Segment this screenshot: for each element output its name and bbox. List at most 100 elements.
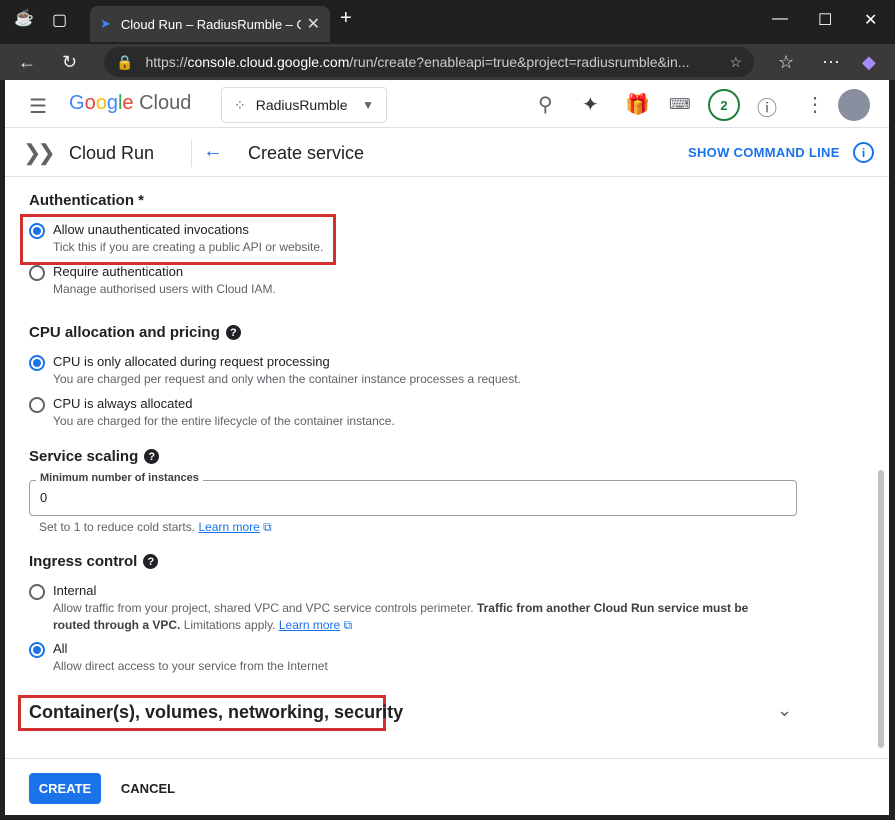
radio-allow-unauthenticated[interactable]: Allow unauthenticated invocations Tick t… — [29, 221, 323, 256]
desc-text: Limitations apply. — [183, 618, 276, 632]
form-content: Authentication * Allow unauthenticated i… — [5, 178, 889, 758]
address-bar-row: ← ↻ 🔒 https:// console.cloud.google.com … — [0, 44, 895, 80]
cancel-button[interactable]: CANCEL — [117, 773, 179, 804]
gift-icon[interactable]: 🎁 — [625, 92, 650, 117]
scaling-title-text: Service scaling — [29, 448, 139, 465]
cpu-title-text: CPU allocation and pricing — [29, 324, 220, 341]
learn-more-link[interactable]: Learn more — [279, 618, 340, 632]
cloud-shell-icon[interactable]: ⌨ — [669, 95, 691, 113]
browser-tab-bar: ☕ ▢ ➤ Cloud Run – RadiusRumble – Google … — [0, 0, 895, 44]
help-icon[interactable]: ⓘ — [757, 92, 777, 121]
project-picker[interactable]: ⁘ RadiusRumble ▼ — [221, 87, 387, 123]
gemini-sparkle-icon[interactable]: ✦ — [582, 92, 599, 117]
radio-require-authentication[interactable]: Require authentication Manage authorised… — [29, 263, 276, 298]
project-name: RadiusRumble — [255, 97, 348, 113]
scrollbar[interactable] — [878, 470, 884, 748]
authentication-title: Authentication * — [29, 192, 144, 209]
radio-cpu-request[interactable]: CPU is only allocated during request pro… — [29, 353, 521, 388]
radio-description: You are charged for the entire lifecycle… — [53, 414, 395, 428]
chevron-down-icon[interactable]: ⌄ — [777, 700, 792, 721]
chevron-down-icon: ▼ — [362, 98, 374, 112]
form-footer: CREATE CANCEL — [5, 758, 889, 815]
field-label: Minimum number of instances — [36, 472, 203, 484]
more-vert-icon[interactable]: ⋮ — [805, 92, 825, 117]
browser-tab[interactable]: ➤ Cloud Run – RadiusRumble – Google Clou… — [90, 6, 330, 42]
radio-ingress-internal[interactable]: Internal Allow traffic from your project… — [29, 582, 773, 634]
radio-label: CPU is only allocated during request pro… — [53, 354, 330, 369]
project-icon: ⁘ — [234, 96, 246, 113]
radio-description: Tick this if you are creating a public A… — [53, 240, 324, 254]
radio-label: Require authentication — [53, 264, 184, 279]
radio-button[interactable] — [29, 584, 45, 600]
help-circle-icon[interactable]: ? — [143, 554, 159, 569]
help-circle-icon[interactable]: ? — [225, 325, 241, 340]
radio-description: Allow traffic from your project, shared … — [53, 600, 773, 634]
menu-icon[interactable]: ☰ — [29, 94, 47, 119]
google-cloud-logo[interactable]: Google Cloud — [69, 92, 191, 115]
avatar[interactable] — [838, 89, 870, 121]
url-field[interactable]: 🔒 https:// console.cloud.google.com /run… — [104, 47, 754, 77]
minimize-icon[interactable]: — — [772, 10, 788, 28]
lock-icon: 🔒 — [116, 53, 134, 70]
desc-text: Allow traffic from your project, shared … — [53, 601, 474, 615]
info-icon[interactable]: i — [853, 142, 874, 163]
radio-label: Internal — [53, 583, 97, 598]
field-value[interactable]: 0 — [40, 490, 47, 505]
sidebar-toggle-icon[interactable]: ▢ — [52, 10, 67, 30]
create-button[interactable]: CREATE — [29, 773, 101, 804]
logo-cloud-text: Cloud — [139, 92, 192, 114]
radio-description: Allow direct access to your service from… — [53, 659, 328, 673]
cloud-run-tab-icon: ➤ — [100, 16, 111, 31]
divider — [191, 139, 192, 167]
page-title: Create service — [248, 143, 365, 163]
profile-icon[interactable]: ☕ — [14, 8, 34, 28]
radio-button[interactable] — [29, 223, 45, 239]
back-arrow-icon[interactable]: ← — [203, 140, 223, 163]
favorites-icon[interactable]: ☆ — [778, 52, 794, 73]
radio-cpu-always[interactable]: CPU is always allocated You are charged … — [29, 395, 395, 430]
cloud-run-logo-icon: ❯❯ — [23, 140, 56, 165]
url-prefix: https:// — [145, 54, 188, 70]
reload-icon[interactable]: ↻ — [62, 52, 77, 73]
favorite-star-icon[interactable]: ☆ — [729, 54, 742, 71]
cpu-section-title: CPU allocation and pricing ? — [29, 324, 241, 341]
radio-button[interactable] — [29, 355, 45, 371]
ingress-title-text: Ingress control — [29, 553, 138, 570]
min-instances-field[interactable]: Minimum number of instances 0 — [29, 472, 797, 516]
sub-header: ❯❯ Cloud Run ← Create service SHOW COMMA… — [5, 129, 889, 177]
copilot-icon[interactable]: ◆ — [862, 52, 876, 73]
radio-label: Allow unauthenticated invocations — [53, 222, 249, 237]
learn-more-link[interactable]: Learn more — [198, 520, 259, 534]
radio-button[interactable] — [29, 397, 45, 413]
scaling-section-title: Service scaling ? — [29, 448, 160, 465]
search-icon[interactable]: ⚲ — [538, 92, 553, 117]
ingress-section-title: Ingress control ? — [29, 553, 159, 570]
radio-ingress-all[interactable]: All Allow direct access to your service … — [29, 640, 328, 675]
tab-title: Cloud Run – RadiusRumble – Google Cloud … — [120, 16, 301, 32]
close-window-icon[interactable]: ✕ — [864, 10, 877, 30]
radio-description: You are charged per request and only whe… — [53, 372, 521, 386]
external-link-icon: ⧉ — [263, 520, 272, 534]
show-command-line-button[interactable]: SHOW COMMAND LINE — [688, 145, 840, 160]
maximize-icon[interactable]: ☐ — [818, 10, 832, 30]
back-icon[interactable]: ← — [18, 52, 36, 73]
hint-text: Set to 1 to reduce cold starts. — [39, 520, 196, 534]
scaling-hint: Set to 1 to reduce cold starts. Learn mo… — [39, 520, 272, 535]
close-tab-icon[interactable]: ✕ — [307, 14, 320, 34]
authentication-title-text: Authentication * — [29, 192, 144, 209]
radio-button[interactable] — [29, 642, 45, 658]
containers-expander[interactable]: Container(s), volumes, networking, secur… — [29, 702, 403, 723]
help-circle-icon[interactable]: ? — [144, 449, 160, 464]
product-title: Cloud Run — [69, 143, 155, 163]
radio-description: Manage authorised users with Cloud IAM. — [53, 282, 276, 296]
radio-label: CPU is always allocated — [53, 396, 193, 411]
notifications-badge[interactable]: 2 — [708, 89, 740, 121]
radio-button[interactable] — [29, 265, 45, 281]
external-link-icon: ⧉ — [343, 618, 353, 632]
console-page: ☰ Google Cloud ⁘ RadiusRumble ▼ ⚲ ✦ 🎁 ⌨ … — [5, 80, 889, 815]
radio-label: All — [53, 641, 68, 656]
console-header: ☰ Google Cloud ⁘ RadiusRumble ▼ ⚲ ✦ 🎁 ⌨ … — [5, 80, 889, 128]
url-host: console.cloud.google.com — [187, 54, 350, 70]
new-tab-icon[interactable]: + — [340, 7, 352, 30]
more-menu-icon[interactable]: ⋯ — [822, 52, 840, 73]
